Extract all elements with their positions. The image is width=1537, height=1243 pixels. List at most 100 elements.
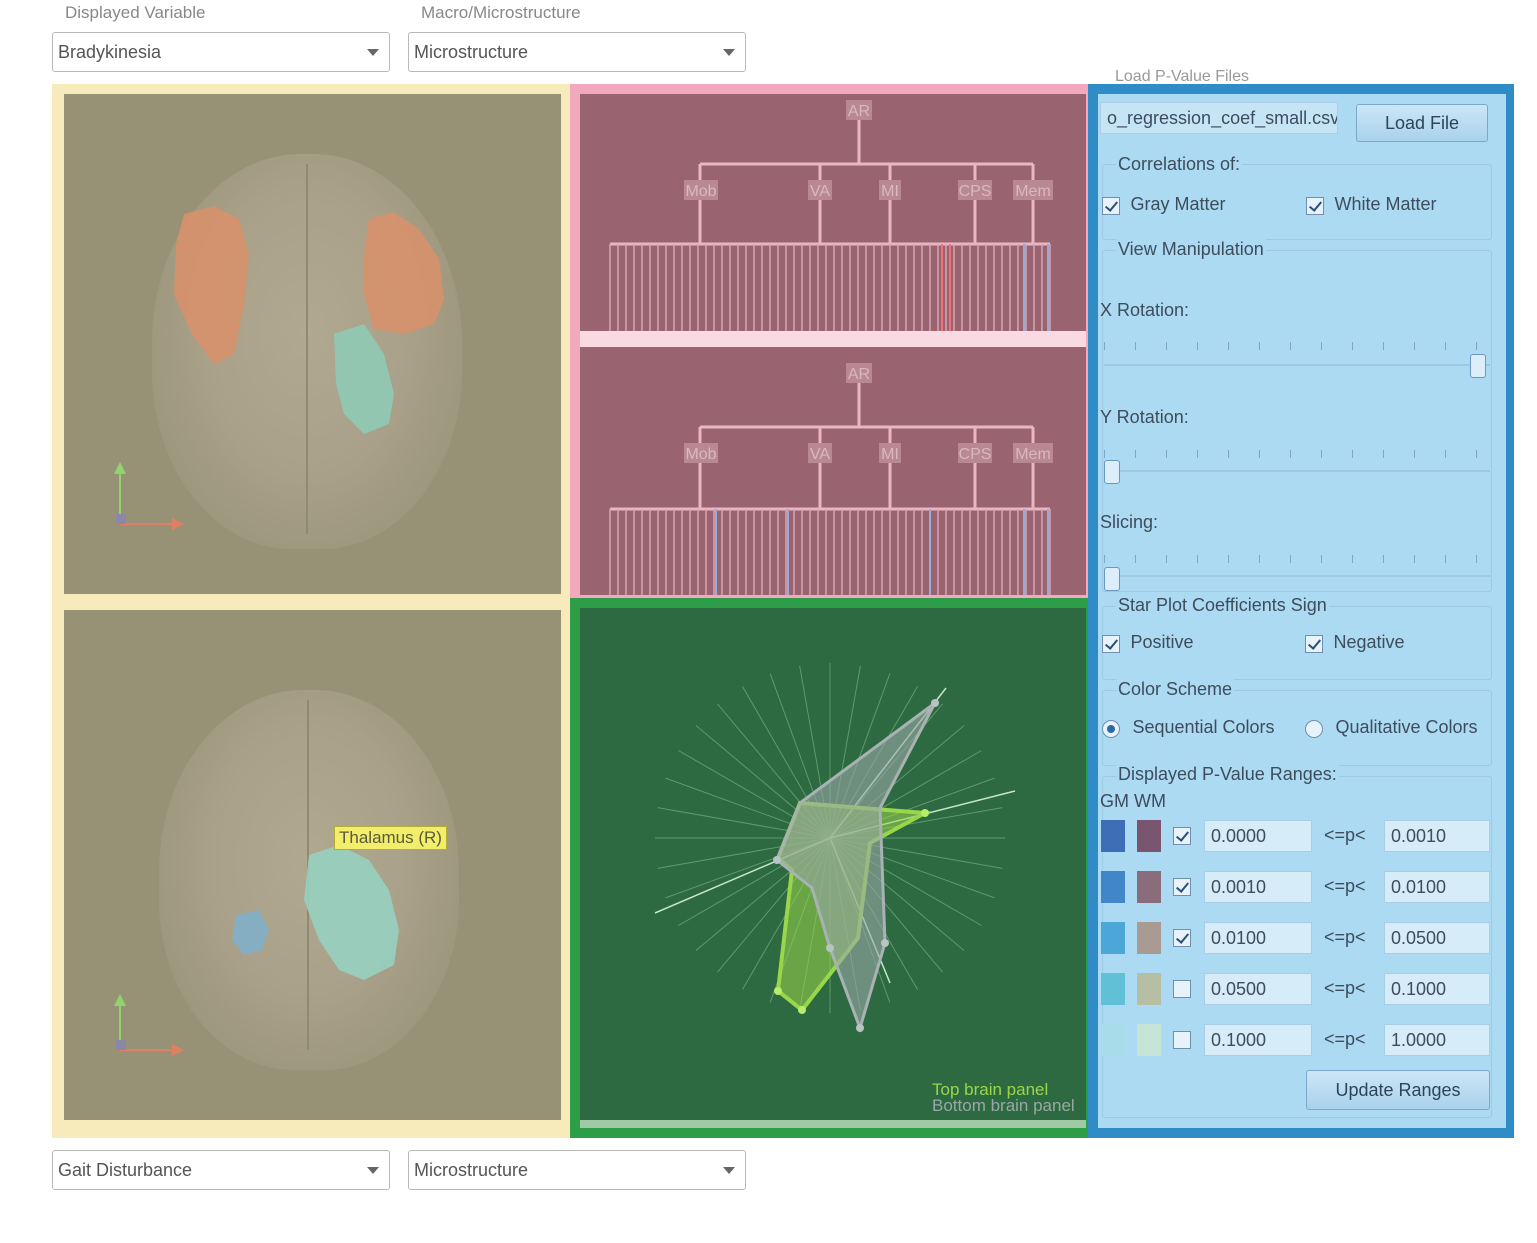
slider-tick [1197,342,1198,350]
slider-ticks [1104,342,1490,352]
star-sign-title: Star Plot Coefficients Sign [1116,595,1329,616]
qualitative-colors-option[interactable]: Qualitative Colors [1305,717,1478,738]
sequential-colors-option[interactable]: Sequential Colors [1102,717,1275,738]
range-high-field[interactable]: 0.0500 [1384,922,1490,954]
wm-color-swatch[interactable] [1137,1024,1161,1056]
range-high-field[interactable]: 0.0010 [1384,820,1490,852]
macro-micro-label: Macro/Microstructure [421,3,581,22]
range-enabled-checkbox[interactable] [1173,827,1191,845]
file-path-field[interactable]: o_regression_coef_small.csv [1100,102,1338,134]
y-rotation-label: Y Rotation: [1100,407,1189,427]
side-panel: o_regression_coef_small.csv Load File Co… [1098,94,1506,1128]
slider-tick [1290,450,1291,458]
gm-color-swatch[interactable] [1101,973,1125,1005]
starplot-svg [654,663,1016,1033]
slider-tick [1352,555,1353,563]
gray-matter-checkbox[interactable] [1102,196,1120,215]
x-rotation-handle[interactable] [1470,354,1486,378]
range-high-field[interactable]: 0.1000 [1384,973,1490,1005]
bottom-macro-micro-select[interactable]: Microstructure [408,1150,746,1190]
region-right-negative [334,324,394,434]
slider-track [1104,470,1490,472]
white-matter-toggle[interactable]: White Matter [1306,194,1436,215]
x-rotation-label: X Rotation: [1100,300,1190,320]
tree-svg: AR Mob VA MI CPS Mem [609,363,1053,595]
range-enabled-checkbox[interactable] [1173,980,1191,998]
slider-tick [1197,555,1198,563]
white-matter-checkbox[interactable] [1306,196,1324,215]
range-high-field[interactable]: 1.0000 [1384,1024,1490,1056]
negative-label: Negative [1333,632,1405,652]
slider-tick [1476,450,1477,458]
gm-color-swatch[interactable] [1101,922,1125,954]
starplot-panel[interactable]: Top brain panel Bottom brain panel [580,608,1086,1120]
sequential-radio[interactable] [1102,719,1120,738]
pvalue-range-row: 0.0010 <=p< 0.0100 [1098,871,1498,905]
range-enabled-checkbox[interactable] [1173,878,1191,896]
color-scheme-title: Color Scheme [1116,679,1235,700]
slider-tick [1259,450,1260,458]
gm-color-swatch[interactable] [1101,820,1125,852]
range-low-field[interactable]: 0.1000 [1204,1024,1312,1056]
macro-micro-select[interactable]: Microstructure [408,32,746,72]
slider-tick [1383,555,1384,563]
chevron-down-icon [723,1167,735,1174]
range-operator: <=p< [1324,825,1366,845]
bottom-brain-view[interactable]: Thalamus (R) [64,610,561,1120]
range-operator: <=p< [1324,927,1366,947]
qualitative-radio[interactable] [1305,719,1323,738]
wm-color-swatch[interactable] [1137,820,1161,852]
chevron-down-icon [367,49,379,56]
bottom-hierarchy-tree[interactable]: AR Mob VA MI CPS Mem [580,347,1086,595]
y-rotation-slider[interactable] [1104,450,1490,484]
displayed-variable-select[interactable]: Bradykinesia [52,32,390,72]
slider-track [1104,575,1490,577]
slicing-handle[interactable] [1104,567,1120,591]
axis-x-arrow-icon [172,1044,184,1056]
top-hierarchy-tree[interactable]: AR Mob VA MI CPS Mem [580,94,1086,331]
load-file-button[interactable]: Load File [1356,104,1488,142]
view-manipulation-title: View Manipulation [1116,239,1266,260]
slider-tick [1228,555,1229,563]
gm-color-swatch[interactable] [1101,1024,1125,1056]
wm-color-swatch[interactable] [1137,871,1161,903]
slider-tick [1135,555,1136,563]
bottom-displayed-variable-select[interactable]: Gait Disturbance [52,1150,390,1190]
positive-toggle[interactable]: Positive [1102,632,1193,653]
macro-micro-value: Microstructure [414,42,529,62]
slider-tick [1166,555,1167,563]
range-enabled-checkbox[interactable] [1173,929,1191,947]
wm-color-swatch[interactable] [1137,922,1161,954]
negative-checkbox[interactable] [1305,634,1323,653]
x-rotation-slider[interactable] [1104,342,1490,378]
negative-toggle[interactable]: Negative [1305,632,1405,653]
slider-tick [1445,450,1446,458]
pvalue-range-row: 0.0000 <=p< 0.0010 [1098,820,1498,854]
range-high-field[interactable]: 0.0100 [1384,871,1490,903]
gray-matter-toggle[interactable]: Gray Matter [1102,194,1225,215]
sequential-label: Sequential Colors [1132,717,1275,737]
range-low-field[interactable]: 0.0500 [1204,973,1312,1005]
slider-ticks [1104,450,1490,460]
slider-tick [1228,342,1229,350]
region-tooltip: Thalamus (R) [334,826,447,850]
region-left-small [232,910,269,955]
top-brain-view[interactable] [64,94,561,594]
region-thalamus-right [304,845,399,980]
gm-color-swatch[interactable] [1101,871,1125,903]
range-low-field[interactable]: 0.0010 [1204,871,1312,903]
tree-node-cps: CPS [959,183,992,200]
slider-tick [1352,450,1353,458]
y-rotation-handle[interactable] [1104,460,1120,484]
slider-tick [1259,342,1260,350]
gray-matter-label: Gray Matter [1130,194,1226,214]
positive-checkbox[interactable] [1102,634,1120,653]
slider-tick [1414,342,1415,350]
range-low-field[interactable]: 0.0000 [1204,820,1312,852]
range-enabled-checkbox[interactable] [1173,1031,1191,1049]
region-left-activation [174,206,249,364]
update-ranges-button[interactable]: Update Ranges [1306,1070,1490,1110]
slicing-slider[interactable] [1104,555,1490,591]
wm-color-swatch[interactable] [1137,973,1161,1005]
range-low-field[interactable]: 0.0100 [1204,922,1312,954]
